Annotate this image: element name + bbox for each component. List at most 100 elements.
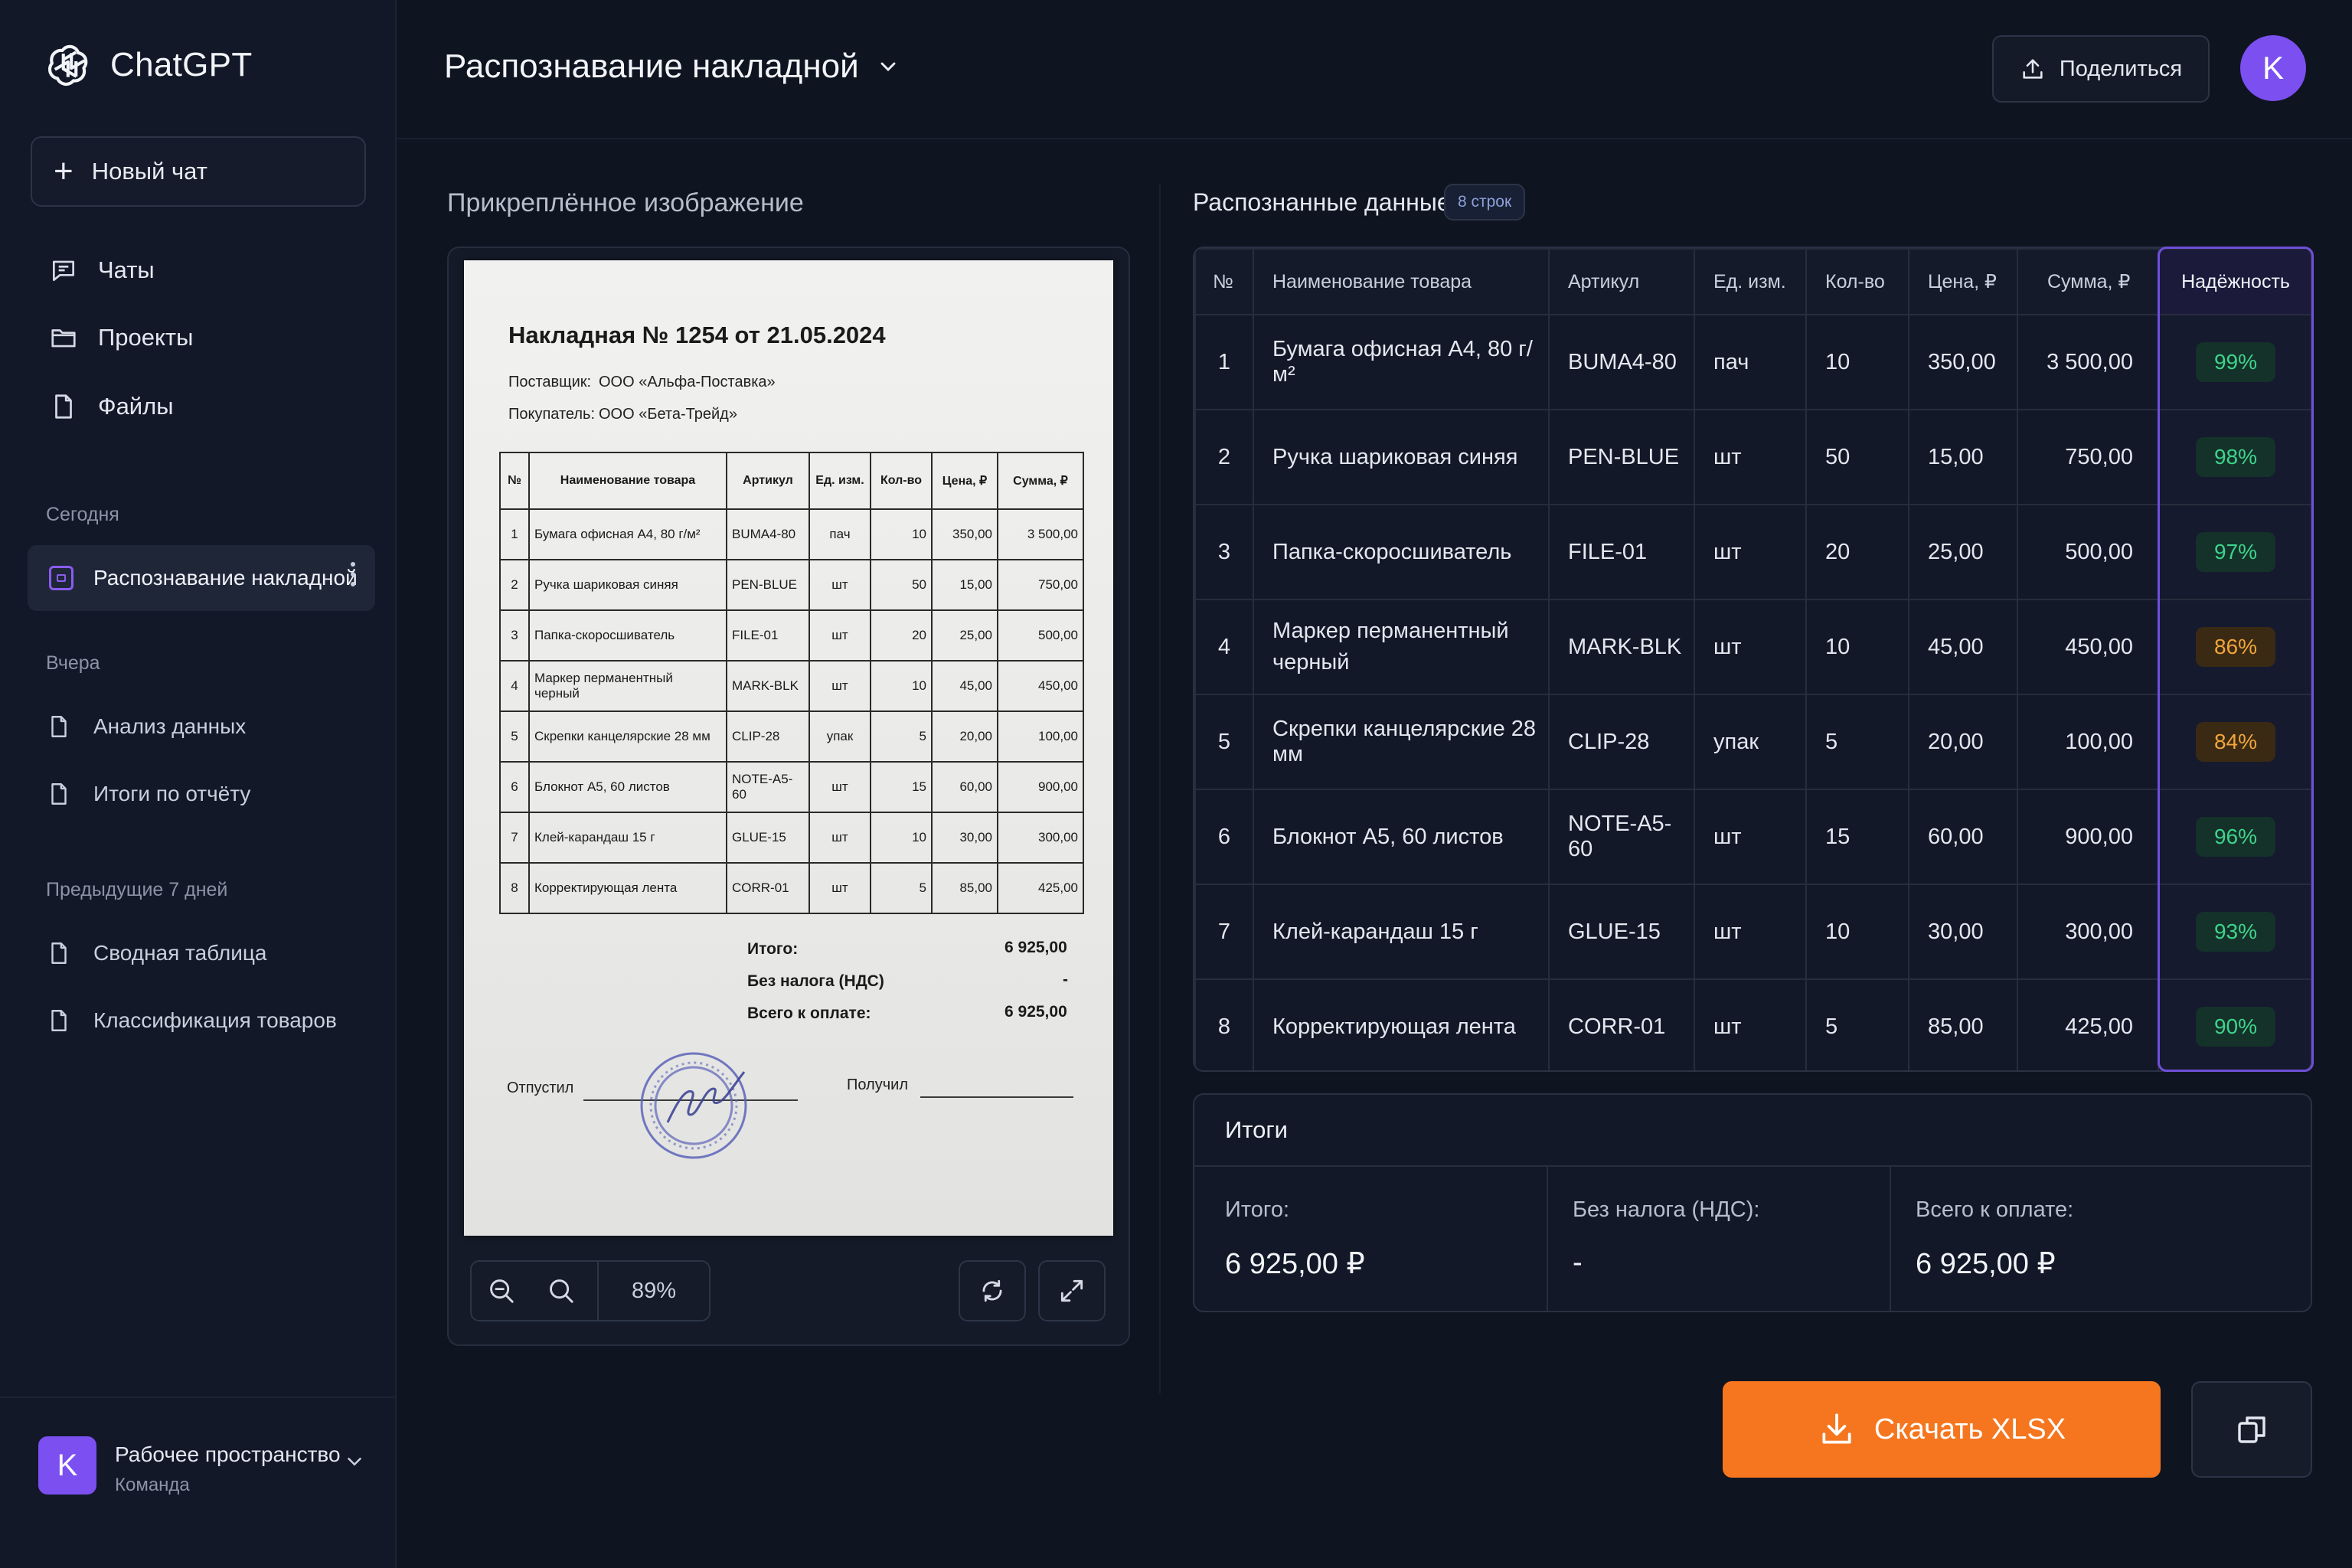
doc-received-label: Получил — [847, 1076, 908, 1093]
table-row[interactable]: 7 Клей-карандаш 15 г GLUE-15 шт 10 30,00… — [1194, 884, 2311, 980]
doc-cell: Папка-скоросшиватель — [528, 609, 727, 662]
chat-item[interactable]: Анализ данных — [46, 714, 246, 740]
chat-item[interactable]: Итоги по отчёту — [46, 781, 250, 807]
cell-qty[interactable]: 10 — [1805, 599, 1909, 695]
cell-sum[interactable]: 450,00 — [2017, 599, 2159, 695]
cell-name[interactable]: Корректирующая лента — [1253, 978, 1550, 1070]
more-options-icon[interactable] — [351, 562, 355, 586]
file-icon — [51, 1010, 67, 1031]
cell-unit[interactable]: шт — [1694, 884, 1807, 980]
cell-qty[interactable]: 15 — [1805, 789, 1909, 885]
cell-sku[interactable]: CORR-01 — [1548, 978, 1695, 1070]
doc-supplier-value: ООО «Альфа-Поставка» — [599, 374, 776, 390]
cell-sum[interactable]: 750,00 — [2017, 409, 2159, 505]
doc-cell: шт — [808, 862, 871, 914]
cell-qty[interactable]: 20 — [1805, 504, 1909, 600]
cell-sum[interactable]: 100,00 — [2017, 694, 2159, 790]
cell-name[interactable]: Клей-карандаш 15 г — [1253, 884, 1550, 980]
table-row[interactable]: 3 Папка-скоросшиватель FILE-01 шт 20 25,… — [1194, 504, 2311, 600]
totals-card: Итоги Итого: 6 925,00 ₽ Без налога (НДС)… — [1193, 1093, 2312, 1312]
col-header-price[interactable]: Цена, ₽ — [1908, 248, 2018, 315]
cell-name[interactable]: Блокнот А5, 60 листов — [1253, 789, 1550, 885]
table-row[interactable]: 5 Скрепки канцелярские 28 мм CLIP-28 упа… — [1194, 694, 2311, 790]
brand[interactable]: ChatGPT — [44, 40, 253, 90]
cell-price[interactable]: 85,00 — [1908, 978, 2018, 1070]
nav-item-label: Проекты — [98, 324, 194, 351]
nav-item-projects[interactable]: Проекты — [49, 323, 193, 352]
col-header-unit[interactable]: Ед. изм. — [1694, 248, 1807, 315]
cell-sku[interactable]: FILE-01 — [1548, 504, 1695, 600]
nav-item-chats[interactable]: Чаты — [49, 256, 155, 285]
cell-sum[interactable]: 300,00 — [2017, 884, 2159, 980]
table-row[interactable]: 1 Бумага офисная А4, 80 г/м² BUMA4-80 па… — [1194, 314, 2311, 410]
cell-unit[interactable]: шт — [1694, 409, 1807, 505]
cell-price[interactable]: 25,00 — [1908, 504, 2018, 600]
cell-unit[interactable]: упак — [1694, 694, 1807, 790]
cell-price[interactable]: 60,00 — [1908, 789, 2018, 885]
share-button[interactable]: Поделиться — [1992, 35, 2210, 103]
table-row[interactable]: 6 Блокнот А5, 60 листов NOTE-A5-60 шт 15… — [1194, 789, 2311, 885]
cell-price[interactable]: 350,00 — [1908, 314, 2018, 410]
col-header-sku[interactable]: Артикул — [1548, 248, 1695, 315]
cell-sku[interactable]: MARK-BLK — [1548, 599, 1695, 695]
cell-name[interactable]: Маркер перманентный черный — [1253, 599, 1550, 695]
cell-qty[interactable]: 10 — [1805, 314, 1909, 410]
doc-cell: 20,00 — [931, 710, 998, 763]
fullscreen-button[interactable] — [1038, 1260, 1106, 1321]
col-header-name[interactable]: Наименование товара — [1253, 248, 1550, 315]
cell-unit[interactable]: шт — [1694, 504, 1807, 600]
cell-sum[interactable]: 425,00 — [2017, 978, 2159, 1070]
confidence-badge: 86% — [2196, 627, 2275, 667]
cell-qty[interactable]: 10 — [1805, 884, 1909, 980]
cell-sku[interactable]: PEN-BLUE — [1548, 409, 1695, 505]
new-chat-button[interactable]: + Новый чат — [31, 136, 366, 207]
chat-item[interactable]: Классификация товаров — [46, 1008, 337, 1034]
cell-sku[interactable]: NOTE-A5-60 — [1548, 789, 1695, 885]
chevron-down-icon — [348, 1458, 361, 1466]
col-header-confidence[interactable]: Надёжность — [2158, 248, 2311, 315]
cell-name[interactable]: Скрепки канцелярские 28 мм — [1253, 694, 1550, 790]
cell-qty[interactable]: 50 — [1805, 409, 1909, 505]
workspace-avatar: K — [38, 1436, 96, 1494]
cell-unit[interactable]: шт — [1694, 599, 1807, 695]
cell-unit[interactable]: шт — [1694, 789, 1807, 885]
workspace-switcher[interactable]: K Рабочее пространство Команда — [0, 1396, 397, 1568]
cell-name[interactable]: Ручка шариковая синяя — [1253, 409, 1550, 505]
zoom-out-button[interactable] — [472, 1262, 531, 1320]
cell-unit[interactable]: шт — [1694, 978, 1807, 1070]
cell-price[interactable]: 45,00 — [1908, 599, 2018, 695]
col-header-qty[interactable]: Кол-во — [1805, 248, 1909, 315]
download-xlsx-button[interactable]: Скачать XLSX — [1723, 1381, 2161, 1478]
cell-sum[interactable]: 500,00 — [2017, 504, 2159, 600]
cell-qty[interactable]: 5 — [1805, 694, 1909, 790]
cell-sku[interactable]: CLIP-28 — [1548, 694, 1695, 790]
doc-cell: 10 — [870, 508, 933, 560]
chat-item[interactable]: Сводная таблица — [46, 940, 267, 966]
nav-item-files[interactable]: Файлы — [49, 392, 174, 421]
workspace-title: Рабочее пространство — [115, 1442, 341, 1466]
cell-price[interactable]: 20,00 — [1908, 694, 2018, 790]
page-title[interactable]: Распознавание накладной — [444, 47, 900, 86]
user-avatar[interactable]: K — [2240, 35, 2306, 101]
cell-unit[interactable]: пач — [1694, 314, 1807, 410]
cell-name[interactable]: Папка-скоросшиватель — [1253, 504, 1550, 600]
doc-cell: 20 — [870, 609, 933, 662]
zoom-in-button[interactable] — [531, 1262, 591, 1320]
table-row[interactable]: 8 Корректирующая лента CORR-01 шт 5 85,0… — [1194, 978, 2311, 1070]
rotate-button[interactable] — [959, 1260, 1026, 1321]
col-header-sum[interactable]: Сумма, ₽ — [2017, 248, 2159, 315]
cell-qty[interactable]: 5 — [1805, 978, 1909, 1070]
table-row[interactable]: 4 Маркер перманентный черный MARK-BLK шт… — [1194, 599, 2311, 695]
invoice-document-image: Накладная № 1254 от 21.05.2024 Поставщик… — [464, 260, 1113, 1236]
copy-button[interactable] — [2191, 1381, 2312, 1478]
cell-sku[interactable]: BUMA4-80 — [1548, 314, 1695, 410]
cell-price[interactable]: 30,00 — [1908, 884, 2018, 980]
cell-name[interactable]: Бумага офисная А4, 80 г/м² — [1253, 314, 1550, 410]
col-header-number[interactable]: № — [1194, 248, 1254, 315]
chat-item-active[interactable]: Распознавание накладной — [28, 545, 375, 611]
cell-sku[interactable]: GLUE-15 — [1548, 884, 1695, 980]
cell-sum[interactable]: 900,00 — [2017, 789, 2159, 885]
cell-sum[interactable]: 3 500,00 — [2017, 314, 2159, 410]
table-row[interactable]: 2 Ручка шариковая синяя PEN-BLUE шт 50 1… — [1194, 409, 2311, 505]
cell-price[interactable]: 15,00 — [1908, 409, 2018, 505]
